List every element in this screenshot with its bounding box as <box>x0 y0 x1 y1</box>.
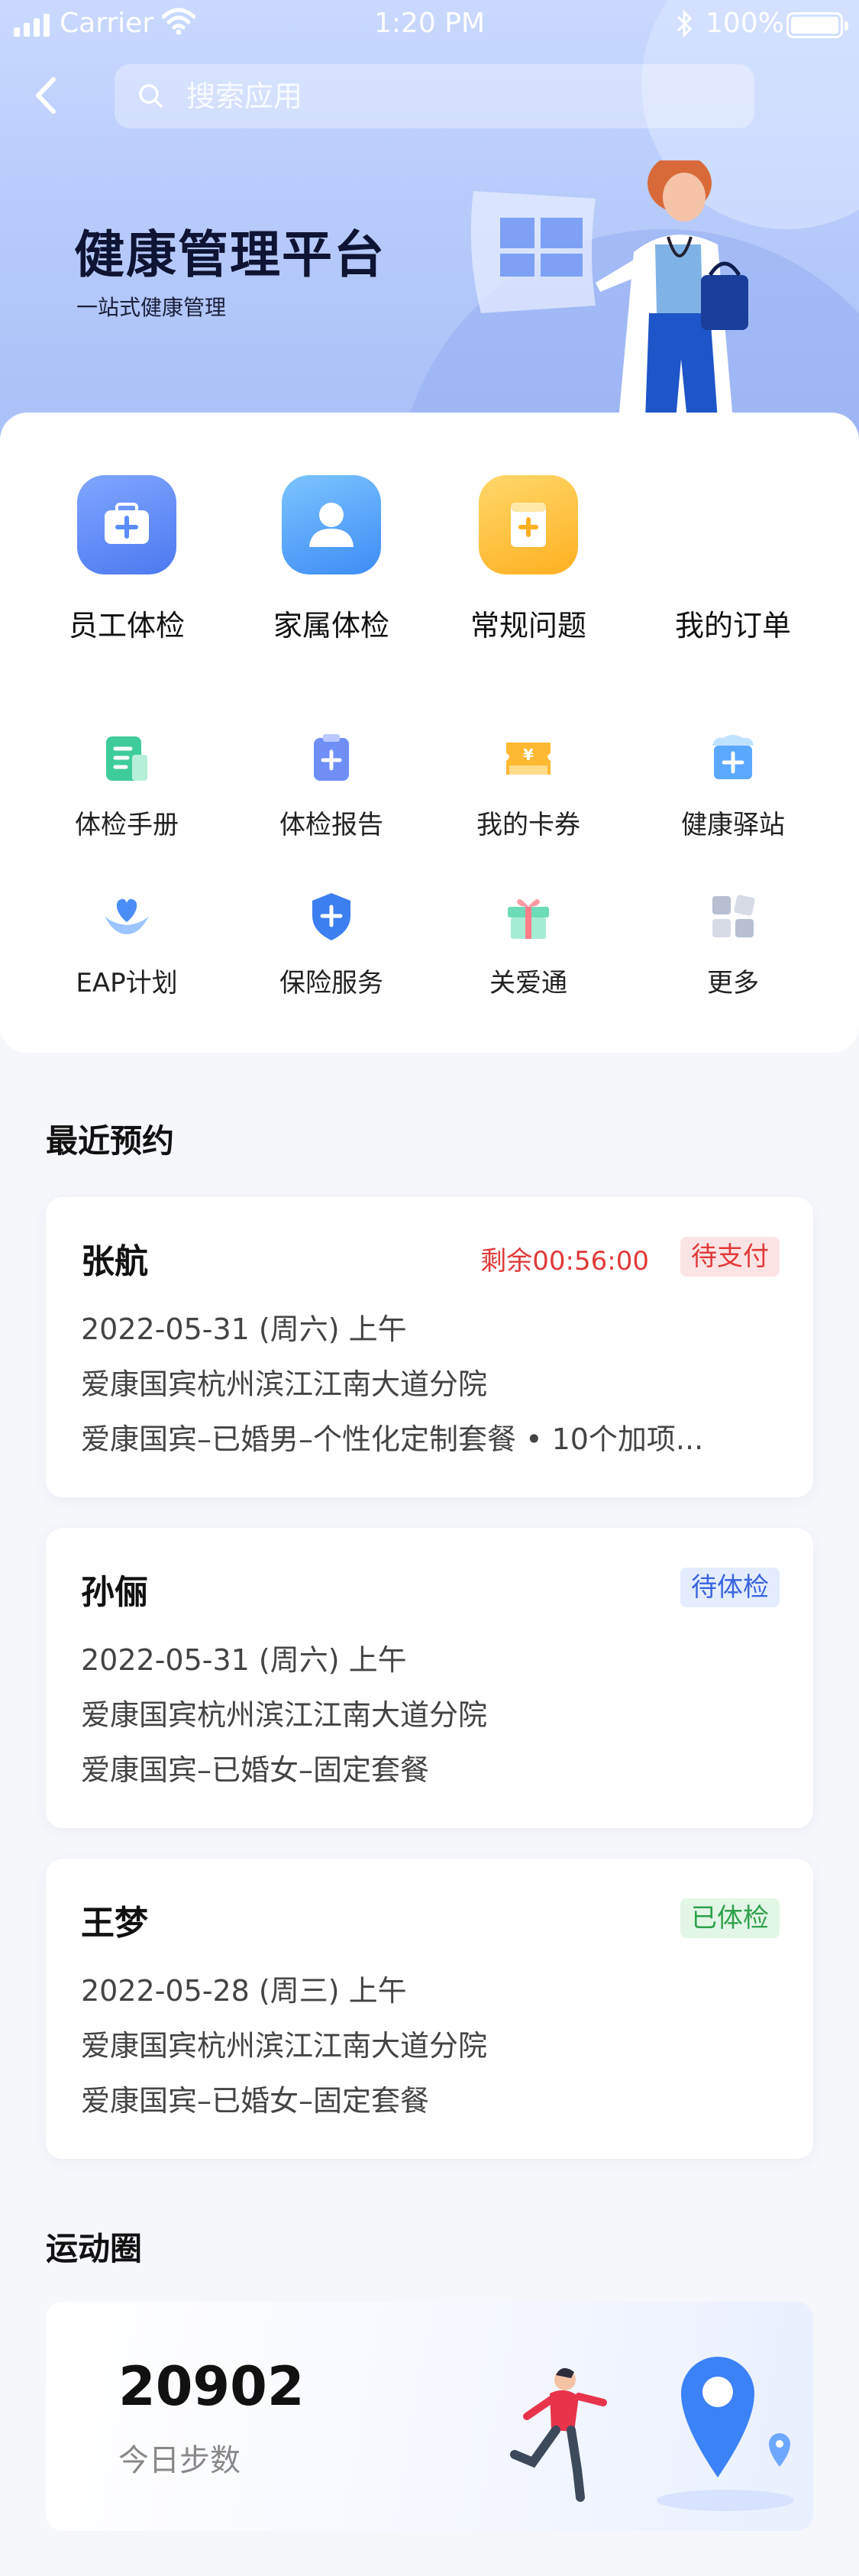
page-title: 健康管理平台 <box>74 225 386 284</box>
appointment-card[interactable]: 孙俪 待体检 2022-05-31 (周六) 上午 爱康国宾杭州滨江江南大道分院… <box>46 1528 813 1828</box>
heart-hands-icon <box>100 890 153 943</box>
battery-icon <box>786 12 848 38</box>
payment-countdown: 剩余00:56:00 <box>480 1246 649 1277</box>
appointment-card[interactable]: 张航 剩余00:56:00 待支付 2022-05-31 (周六) 上午 爱康国… <box>46 1197 813 1497</box>
entry-label: 员工体检 <box>68 609 185 642</box>
appointment-date: 2022-05-31 (周六) 上午 <box>81 1312 407 1346</box>
entry-employee-checkup[interactable]: 员工体检 <box>24 475 229 644</box>
service-more[interactable]: 更多 <box>631 890 835 999</box>
appointment-package: 爱康国宾–已婚女–固定套餐 <box>81 2084 430 2118</box>
appointment-date: 2022-05-28 (周三) 上午 <box>81 1974 407 2008</box>
sport-section-title: 运动圈 <box>46 2230 143 2267</box>
appointment-package: 爱康国宾–已婚男–个性化定制套餐 • 10个加项... <box>81 1422 704 1456</box>
hero-banner: Carrier 1:20 PM 100% 健康管理平台 一站式健康管理 <box>0 0 859 458</box>
medical-kit-icon <box>77 475 176 574</box>
service-eap[interactable]: EAP计划 <box>24 890 229 999</box>
service-label: 保险服务 <box>279 968 383 998</box>
entry-label: 常规问题 <box>470 609 586 642</box>
entry-family-checkup[interactable]: 家属体检 <box>229 475 434 644</box>
handbook-icon <box>100 732 153 785</box>
service-label: EAP计划 <box>76 968 178 998</box>
report-icon <box>305 732 358 785</box>
search-input[interactable] <box>185 64 719 128</box>
entry-my-orders[interactable]: 我的订单 <box>631 475 835 644</box>
appointment-date: 2022-05-31 (周六) 上午 <box>81 1643 407 1677</box>
step-count-label: 今日步数 <box>118 2443 241 2478</box>
entry-label: 家属体检 <box>273 609 389 642</box>
entry-label: 我的订单 <box>674 609 791 642</box>
question-book-icon <box>479 475 578 574</box>
step-count: 20902 <box>118 2355 305 2418</box>
health-station-icon <box>706 732 760 785</box>
status-badge: 已体检 <box>680 1898 780 1938</box>
page-subtitle: 一站式健康管理 <box>76 295 227 320</box>
bluetooth-icon <box>677 9 693 38</box>
appointment-hospital: 爱康国宾杭州滨江江南大道分院 <box>81 1367 488 1401</box>
recent-section-title: 最近预约 <box>46 1122 175 1160</box>
entry-faq[interactable]: 常规问题 <box>426 475 631 644</box>
search-bar[interactable] <box>115 64 754 128</box>
coupon-icon: ¥ <box>502 732 555 785</box>
orders-icon-placeholder <box>683 475 783 574</box>
service-report[interactable]: 体检报告 <box>229 732 434 841</box>
service-handbook[interactable]: 体检手册 <box>24 732 229 841</box>
service-label: 体检手册 <box>75 810 179 840</box>
status-bar: Carrier 1:20 PM 100% <box>0 0 859 49</box>
svg-text:¥: ¥ <box>523 746 534 764</box>
gift-icon <box>502 890 555 943</box>
appointment-hospital: 爱康国宾杭州滨江江南大道分院 <box>81 1698 488 1732</box>
more-grid-icon <box>706 890 760 943</box>
person-icon <box>282 475 381 574</box>
service-care[interactable]: 关爱通 <box>426 890 631 999</box>
step-counter-card[interactable]: 20902 今日步数 <box>46 2302 813 2531</box>
service-coupons[interactable]: ¥ 我的卡券 <box>426 732 631 841</box>
services-panel: 员工体检 家属体检 常规问题 我的订单 体检手册 体检报告 ¥ 我的卡券 健康驿… <box>0 413 859 1053</box>
service-health-station[interactable]: 健康驿站 <box>631 732 835 841</box>
insurance-shield-icon <box>305 890 358 943</box>
patient-name: 张航 <box>81 1242 148 1281</box>
status-badge: 待支付 <box>680 1237 780 1277</box>
appointment-card[interactable]: 王梦 已体检 2022-05-28 (周三) 上午 爱康国宾杭州滨江江南大道分院… <box>46 1859 813 2159</box>
patient-name: 王梦 <box>81 1904 148 1943</box>
service-label: 更多 <box>707 968 759 998</box>
service-label: 体检报告 <box>279 810 383 840</box>
service-label: 关爱通 <box>489 968 567 998</box>
appointment-package: 爱康国宾–已婚女–固定套餐 <box>81 1753 430 1787</box>
service-label: 我的卡券 <box>476 810 580 840</box>
service-label: 健康驿站 <box>681 810 785 840</box>
back-button[interactable] <box>23 69 69 122</box>
service-insurance[interactable]: 保险服务 <box>229 890 434 999</box>
status-badge: 待体检 <box>680 1568 780 1607</box>
runner-illustration <box>510 2357 794 2511</box>
patient-name: 孙俪 <box>81 1573 148 1612</box>
appointment-hospital: 爱康国宾杭州滨江江南大道分院 <box>81 2029 488 2063</box>
battery-percent: 100% <box>706 8 784 39</box>
search-icon <box>139 84 163 108</box>
